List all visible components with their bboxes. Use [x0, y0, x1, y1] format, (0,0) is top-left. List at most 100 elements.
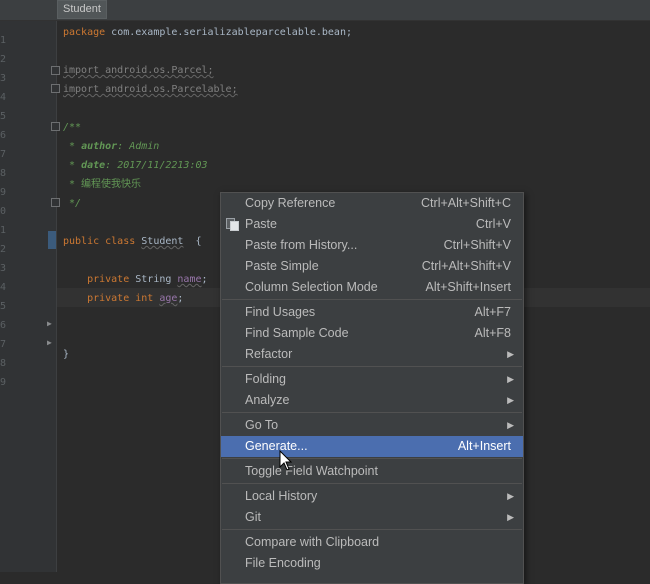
semicolon: ;	[201, 274, 208, 285]
line-number-gutter: 1 2 3 4 5 6 7 8 9 0 1 2 3 4 5 6 7 8 9 ▶ …	[0, 21, 60, 572]
menu-item-local-history[interactable]: Local History ▶	[221, 486, 523, 507]
line-number: 0	[0, 206, 6, 217]
fold-toggle-icon[interactable]	[51, 84, 60, 93]
keyword: private	[63, 274, 130, 285]
fold-toggle-icon[interactable]	[51, 198, 60, 207]
menu-item-git[interactable]: Git ▶	[221, 507, 523, 528]
menu-item-paste[interactable]: Paste Ctrl+V	[221, 214, 523, 235]
comment-text: *	[63, 141, 82, 152]
javadoc-close: */	[63, 198, 82, 209]
code-line[interactable]: import android.os.Parcel;	[63, 61, 214, 80]
brace: }	[63, 349, 70, 360]
menu-item-label: Toggle Field Watchpoint	[245, 464, 378, 478]
package-name: com.example.serializableparcelable.bean;	[105, 27, 352, 38]
class-name: Student	[141, 236, 184, 247]
javadoc-tag: author	[81, 141, 118, 152]
line-number: 9	[0, 187, 6, 198]
submenu-arrow-icon: ▶	[507, 349, 514, 359]
code-line[interactable]: * author: Admin	[63, 137, 159, 156]
line-number: 1	[0, 35, 6, 46]
menu-item-find-sample-code[interactable]: Find Sample Code Alt+F8	[221, 323, 523, 344]
menu-item-label: Paste Simple	[245, 259, 319, 273]
code-line[interactable]: }	[63, 345, 69, 364]
code-line[interactable]: /**	[63, 118, 81, 137]
collapsed-fold-arrow-icon[interactable]: ▶	[47, 319, 52, 329]
comment-text: * 编程使我快乐	[63, 179, 142, 190]
code-line[interactable]: package com.example.serializableparcelab…	[63, 23, 352, 42]
editor-context-menu: Copy Reference Ctrl+Alt+Shift+C Paste Ctrl…	[220, 192, 524, 584]
paste-icon	[226, 218, 240, 231]
shortcut-label: Alt+Shift+Insert	[425, 280, 511, 294]
code-line[interactable]: private int age;	[63, 289, 183, 308]
menu-item-toggle-field-watchpoint[interactable]: Toggle Field Watchpoint	[221, 461, 523, 482]
menu-item-label: Column Selection Mode	[245, 280, 378, 294]
menu-item-label: Paste	[245, 217, 277, 231]
line-number: 5	[0, 111, 6, 122]
code-line[interactable]: private String name;	[63, 270, 208, 289]
line-number: 8	[0, 168, 6, 179]
menu-item-column-selection-mode[interactable]: Column Selection Mode Alt+Shift+Insert	[221, 277, 523, 298]
line-number: 6	[0, 130, 6, 141]
shortcut-label: Alt+F7	[474, 305, 511, 319]
menu-item-label: Generate...	[245, 439, 308, 453]
shortcut-label: Alt+Insert	[457, 439, 511, 453]
menu-item-label: Refactor	[245, 347, 293, 361]
menu-item-copy-reference[interactable]: Copy Reference Ctrl+Alt+Shift+C	[221, 193, 523, 214]
menu-separator	[222, 366, 522, 367]
line-number: 1	[0, 225, 6, 236]
field-name: age	[159, 293, 178, 304]
unused-import: import android.os.Parcel;	[63, 65, 214, 76]
type-name: String	[129, 274, 178, 285]
code-line[interactable]: * date: 2017/11/2213:03	[63, 156, 208, 175]
keyword: package	[63, 27, 106, 38]
code-line[interactable]: public class Student {	[63, 232, 202, 251]
comment-text: *	[63, 160, 82, 171]
code-line[interactable]: import android.os.Parcelable;	[63, 80, 238, 99]
menu-item-paste-from-history[interactable]: Paste from History... Ctrl+Shift+V	[221, 235, 523, 256]
collapsed-fold-arrow-icon[interactable]: ▶	[47, 338, 52, 348]
shortcut-label: Ctrl+Alt+Shift+C	[421, 196, 511, 210]
line-number: 4	[0, 92, 6, 103]
menu-item-paste-simple[interactable]: Paste Simple Ctrl+Alt+Shift+V	[221, 256, 523, 277]
shortcut-label: Ctrl+V	[475, 217, 511, 231]
menu-separator	[222, 299, 522, 300]
line-number: 3	[0, 73, 6, 84]
menu-item-label: Find Sample Code	[245, 326, 349, 340]
javadoc-open: /**	[63, 122, 82, 133]
tab-student[interactable]: Student	[57, 0, 107, 19]
menu-item-label: Folding	[245, 372, 286, 386]
code-line[interactable]: * 编程使我快乐	[63, 175, 141, 194]
javadoc-tag: date	[81, 160, 106, 171]
fold-toggle-icon[interactable]	[51, 122, 60, 131]
menu-item-label: Paste from History...	[245, 238, 358, 252]
comment-text: : 2017/11/2213:03	[105, 160, 208, 171]
line-number: 6	[0, 320, 6, 331]
line-number: 7	[0, 149, 6, 160]
semicolon: ;	[177, 293, 184, 304]
menu-separator	[222, 458, 522, 459]
menu-item-label: File Encoding	[245, 556, 321, 570]
menu-item-find-usages[interactable]: Find Usages Alt+F7	[221, 302, 523, 323]
keyword: private int	[63, 293, 154, 304]
line-number: 9	[0, 377, 6, 388]
menu-item-analyze[interactable]: Analyze ▶	[221, 390, 523, 411]
shortcut-label: Ctrl+Alt+Shift+V	[421, 259, 511, 273]
line-number: 5	[0, 301, 6, 312]
menu-item-compare-with-clipboard[interactable]: Compare with Clipboard	[221, 532, 523, 553]
brace: {	[183, 236, 202, 247]
menu-item-label: Go To	[245, 418, 279, 432]
keyword: public class	[63, 236, 136, 247]
editor-tab-bar: Student	[0, 0, 650, 21]
menu-item-label: Local History	[245, 489, 318, 503]
menu-separator	[222, 412, 522, 413]
menu-item-label: Copy Reference	[245, 196, 336, 210]
fold-toggle-icon[interactable]	[51, 66, 60, 75]
menu-item-refactor[interactable]: Refactor ▶	[221, 344, 523, 365]
menu-item-folding[interactable]: Folding ▶	[221, 369, 523, 390]
menu-item-generate[interactable]: Generate... Alt+Insert	[221, 436, 523, 457]
menu-item-label: Analyze	[245, 393, 290, 407]
menu-item-file-encoding[interactable]: File Encoding	[221, 553, 523, 574]
menu-item-go-to[interactable]: Go To ▶	[221, 415, 523, 436]
shortcut-label: Ctrl+Shift+V	[443, 238, 511, 252]
code-line[interactable]: */	[63, 194, 81, 213]
